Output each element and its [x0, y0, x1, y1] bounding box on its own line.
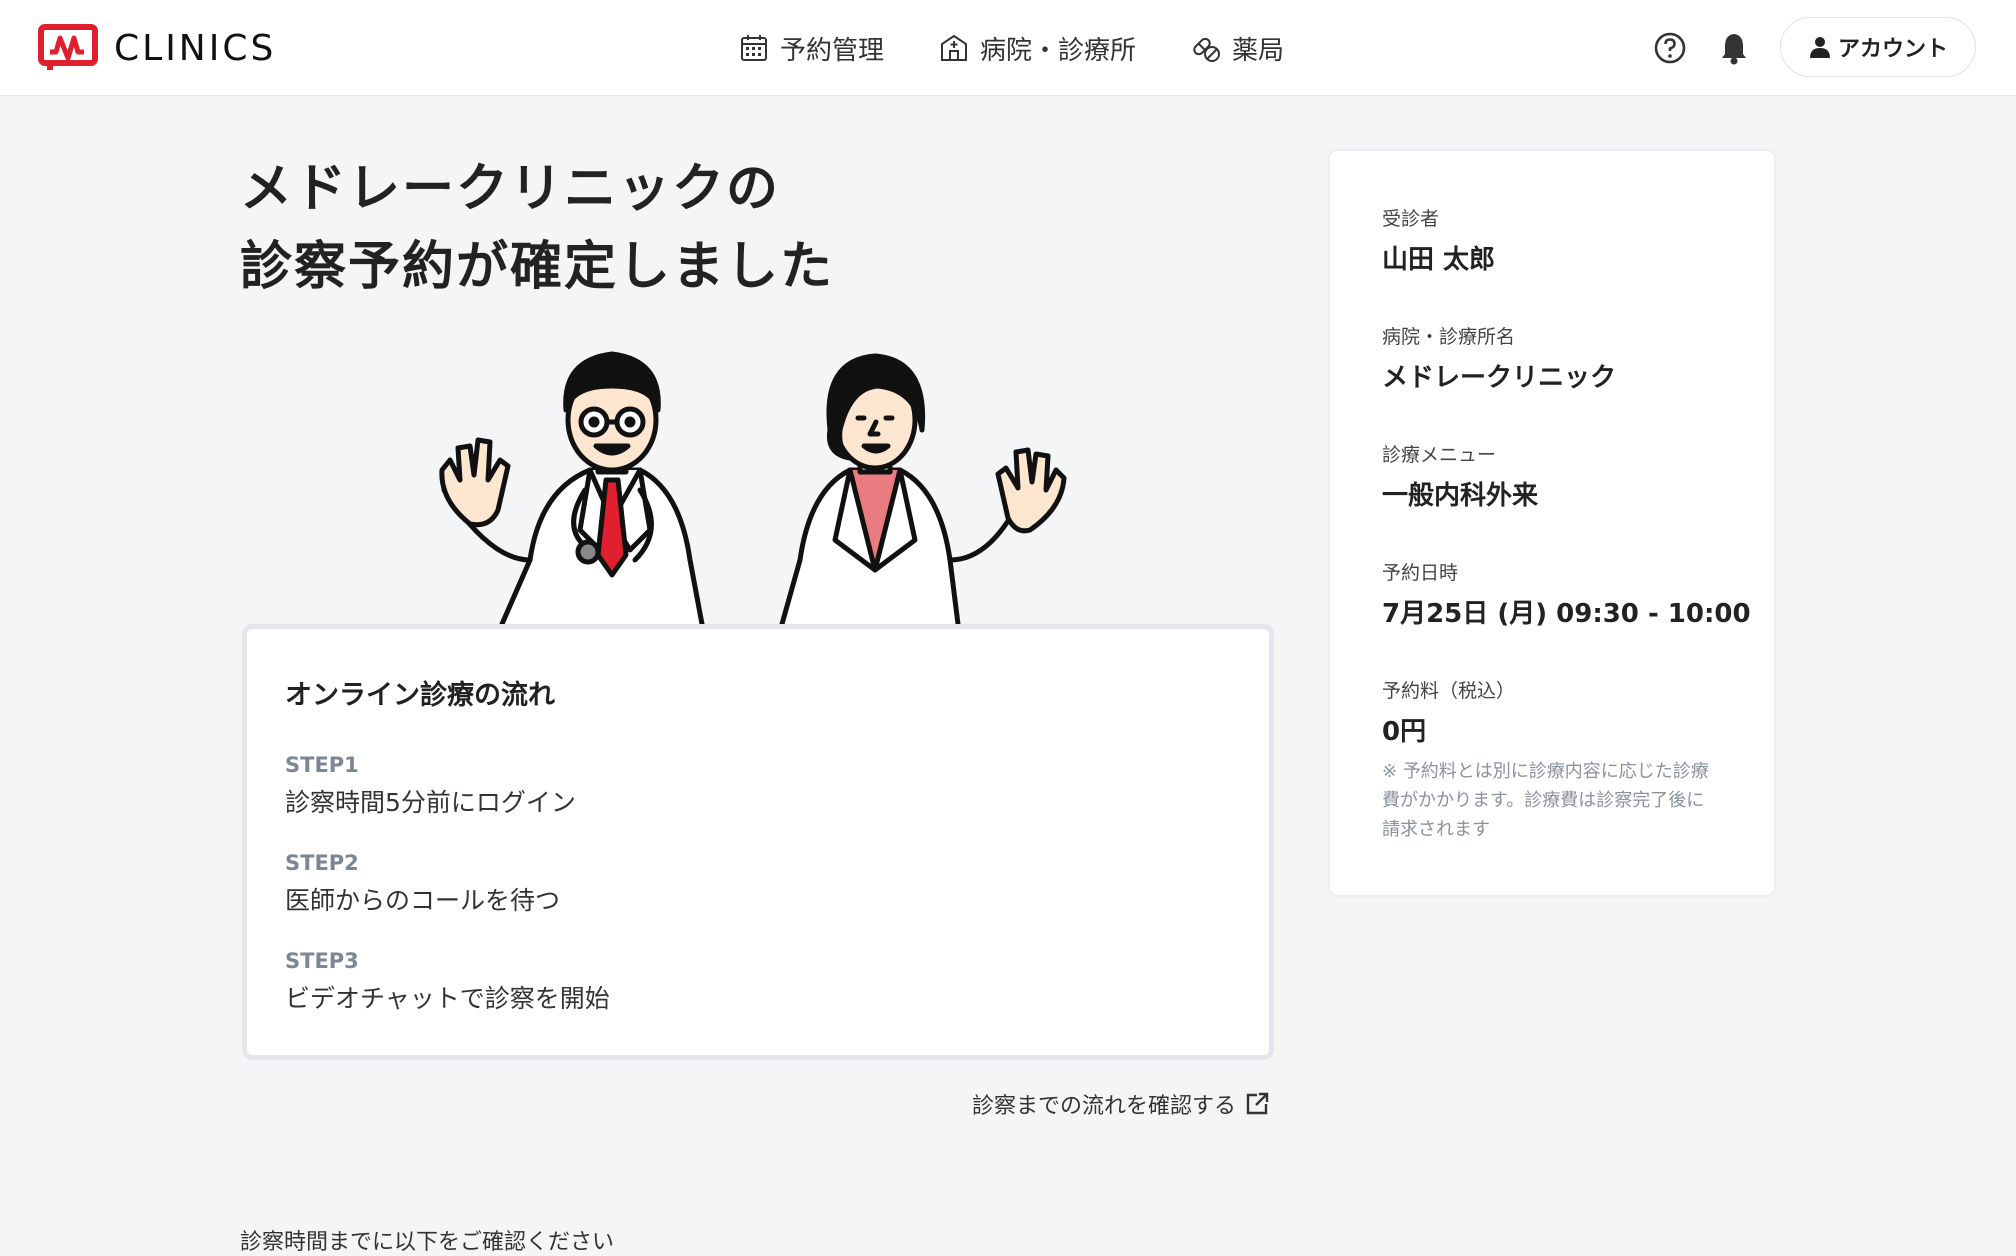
- page-title-line1: メドレークリニックの: [240, 159, 781, 219]
- nav-label: 病院・診療所: [980, 35, 1137, 66]
- page-title-line2: 診察予約が確定しました: [240, 237, 835, 297]
- doctors-illustration: [439, 351, 1067, 624]
- datetime-field: 予約日時 7月25日 (月) 09:30 - 10:00: [1382, 558, 1751, 630]
- datetime-label: 予約日時: [1382, 562, 1459, 584]
- flow-details-link-label: 診察までの流れを確認する: [972, 1094, 1237, 1119]
- flow-details-link[interactable]: 診察までの流れを確認する: [972, 1088, 1270, 1120]
- step-label: STEP3: [285, 949, 359, 973]
- datetime-value: 7月25日 (月) 09:30 - 10:00: [1382, 599, 1751, 629]
- calendar-icon: [741, 35, 767, 61]
- account-label: アカウント: [1837, 37, 1948, 62]
- clinic-value: メドレークリニック: [1382, 363, 1617, 393]
- clinics-logo[interactable]: CLINICS: [38, 24, 276, 72]
- pill-icon: [1193, 37, 1221, 62]
- online-consultation-flow-card: オンライン診療の流れ STEP1 診察時間5分前にログイン STEP2 医師から…: [242, 624, 1274, 1060]
- reservation-summary-panel: 受診者 山田 太郎 病院・診療所名 メドレークリニック 診療メニュー 一般内科外…: [1328, 149, 1776, 897]
- account-button[interactable]: アカウント: [1780, 17, 1976, 77]
- flow-title: オンライン診療の流れ: [285, 680, 555, 711]
- fee-value: 0円: [1382, 717, 1427, 747]
- flow-step: STEP3 ビデオチャットで診察を開始: [285, 949, 610, 1015]
- patient-value: 山田 太郎: [1382, 245, 1496, 275]
- nav-appointments[interactable]: 予約管理: [738, 30, 884, 67]
- logo-text: CLINICS: [114, 27, 277, 69]
- bell-icon[interactable]: [1716, 30, 1752, 66]
- step-text: ビデオチャットで診察を開始: [285, 984, 610, 1013]
- fee-label: 予約料（税込）: [1382, 680, 1516, 702]
- nav-hospitals[interactable]: 病院・診療所: [938, 30, 1136, 67]
- step-label: STEP1: [285, 753, 359, 777]
- patient-label: 受診者: [1382, 208, 1440, 230]
- nav-pharmacy[interactable]: 薬局: [1190, 30, 1284, 67]
- menu-value: 一般内科外来: [1382, 481, 1539, 511]
- help-icon[interactable]: [1652, 30, 1688, 66]
- flow-step: STEP2 医師からのコールを待つ: [285, 851, 560, 917]
- fee-field: 予約料（税込） 0円: [1382, 676, 1515, 748]
- main-nav: 予約管理 病院・診療所 薬局: [738, 26, 1338, 70]
- user-icon: [1809, 37, 1830, 58]
- patient-field: 受診者 山田 太郎: [1382, 204, 1495, 276]
- step-text: 診察時間5分前にログイン: [285, 788, 576, 817]
- nav-label: 薬局: [1232, 35, 1285, 66]
- flow-step: STEP1 診察時間5分前にログイン: [285, 753, 576, 819]
- clinics-logo-icon: [38, 24, 98, 70]
- clinic-label: 病院・診療所名: [1382, 326, 1516, 348]
- page-title: メドレークリニックの 診察予約が確定しました: [240, 150, 834, 306]
- menu-label: 診療メニュー: [1382, 444, 1497, 466]
- fee-note: ※ 予約料とは別に診療内容に応じた診療費がかかります。診療費は診察完了後に請求さ…: [1382, 761, 1709, 840]
- step-label: STEP2: [285, 851, 359, 875]
- step-text: 医師からのコールを待つ: [285, 886, 561, 915]
- hospital-icon: [941, 34, 968, 61]
- external-link-icon: [1246, 1092, 1269, 1115]
- confirm-heading: 診察時間までに以下をご確認ください: [240, 1230, 615, 1255]
- nav-label: 予約管理: [780, 35, 885, 66]
- top-header: CLINICS 予約管理 病院・診療所 薬局 アカウント: [0, 0, 2016, 96]
- menu-field: 診療メニュー 一般内科外来: [1382, 440, 1538, 512]
- clinic-field: 病院・診療所名 メドレークリニック: [1382, 322, 1616, 394]
